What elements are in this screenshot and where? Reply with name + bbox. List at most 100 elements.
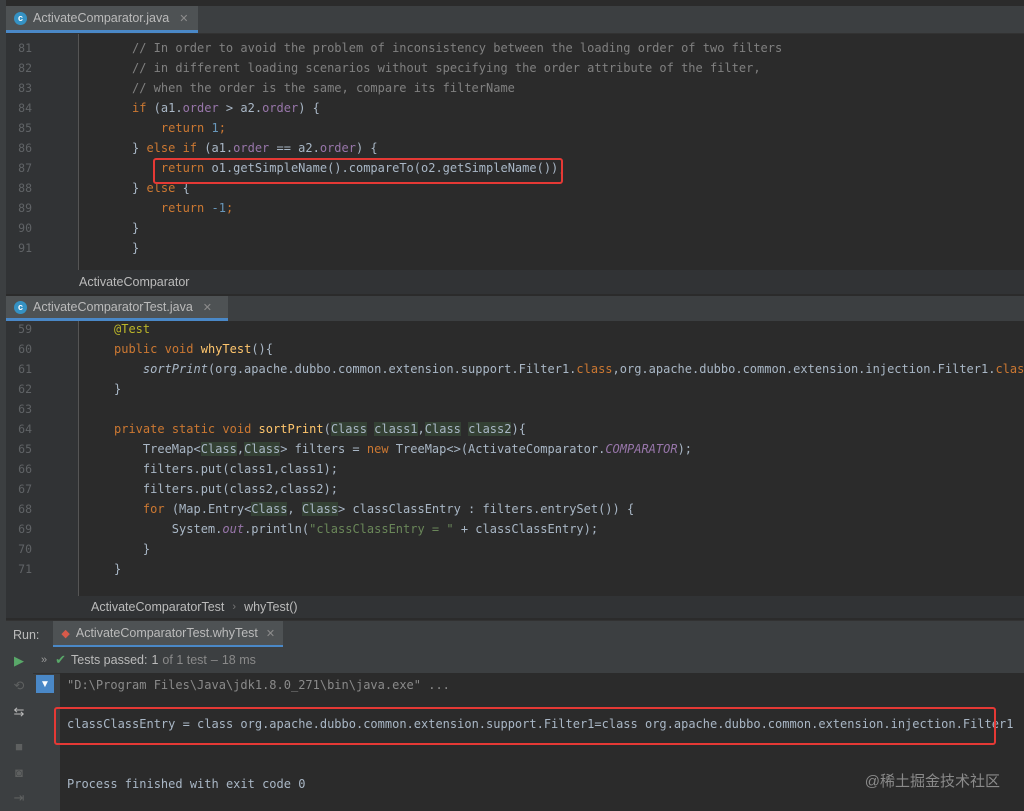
code-token: , [236, 442, 245, 456]
code-line[interactable]: 69 System.out.println("classClassEntry =… [6, 519, 1024, 539]
code-line[interactable]: 61 sortPrint(org.apache.dubbo.common.ext… [6, 359, 1024, 379]
code-line[interactable]: 59 @Test [6, 321, 1024, 339]
camera-icon[interactable]: ◙ [10, 763, 28, 781]
code-token: Class [200, 442, 237, 456]
code-token: } [114, 382, 122, 396]
close-icon[interactable]: ✕ [266, 627, 275, 640]
code-token: == a2. [269, 141, 320, 155]
code-line[interactable]: 62} [6, 379, 1024, 399]
code-text: } [132, 218, 139, 238]
breadcrumb-item-class[interactable]: ActivateComparatorTest [91, 600, 224, 614]
rerun-icon[interactable]: ▶ [10, 652, 28, 670]
tab-activate-comparator-test[interactable]: c ActivateComparatorTest.java ✕ [6, 296, 228, 321]
code-token: // In order to avoid the problem of inco… [132, 41, 783, 55]
line-number: 67 [18, 482, 32, 496]
code-token: @Test [114, 322, 151, 336]
toggle-auto-test-icon[interactable]: ⇆ [10, 703, 28, 721]
tab-activate-comparator[interactable]: c ActivateComparator.java ✕ [6, 6, 198, 33]
rerun-failed-icon[interactable]: ⟲ [10, 677, 28, 695]
code-line[interactable]: 91} [6, 238, 1024, 258]
code-token: Class [251, 502, 288, 516]
code-text: } [114, 539, 150, 559]
breadcrumb-item-method[interactable]: whyTest() [244, 600, 297, 614]
code-token: Class [244, 442, 281, 456]
code-token: if [132, 101, 147, 115]
code-line[interactable]: 85 return 1; [6, 118, 1024, 138]
expand-icon[interactable]: » [41, 654, 47, 666]
line-number: 86 [18, 141, 32, 155]
code-token: Class [330, 422, 367, 436]
code-token: ; [218, 121, 226, 135]
code-token: ; [225, 201, 234, 215]
code-text: @Test [114, 321, 150, 339]
line-number: 60 [18, 342, 32, 356]
code-line[interactable]: 83 // when the order is the same, compare… [6, 78, 1024, 98]
code-line[interactable]: 66 filters.put(class1,class1); [6, 459, 1024, 479]
line-number: 84 [18, 101, 32, 115]
code-line[interactable]: 82 // in different loading scenarios with… [6, 58, 1024, 78]
run-tab[interactable]: ◆ ActivateComparatorTest.whyTest ✕ [53, 621, 284, 648]
code-line[interactable]: 63 [6, 399, 1024, 419]
code-line[interactable]: 86} else if (a1.order == a2.order) { [6, 138, 1024, 158]
line-number: 65 [18, 442, 32, 456]
code-token: } [114, 562, 122, 576]
top-code-editor[interactable]: 81 // In order to avoid the problem of in… [6, 34, 1024, 270]
code-text: } [132, 238, 139, 258]
code-line[interactable]: 64 private static void sortPrint(Class cl… [6, 419, 1024, 439]
stop-icon[interactable]: ■ [10, 737, 28, 755]
line-number: 87 [18, 161, 32, 175]
console-exit-line: Process finished with exit code 0 [67, 777, 306, 791]
code-token: void [164, 342, 194, 356]
code-token: "classClassEntry = " [309, 522, 454, 536]
line-number: 89 [18, 201, 32, 215]
code-token: public [114, 342, 158, 356]
close-icon[interactable]: ✕ [179, 12, 188, 25]
code-token: order [182, 101, 219, 115]
code-text: System.out.println("classClassEntry = " … [114, 519, 598, 539]
code-line[interactable]: 70 } [6, 539, 1024, 559]
code-line[interactable]: 87 return o1.getSimpleName().compareTo(o… [6, 158, 1024, 178]
code-text: public void whyTest(){ [114, 339, 273, 359]
code-line[interactable]: 89 return -1; [6, 198, 1024, 218]
code-line[interactable]: 67 filters.put(class2,class2); [6, 479, 1024, 499]
code-line[interactable]: 84 if (a1.order > a2.order) { [6, 98, 1024, 118]
code-line[interactable]: 65 TreeMap<Class,Class> filters = new Tr… [6, 439, 1024, 459]
code-token: } [132, 141, 147, 155]
line-number: 88 [18, 181, 32, 195]
tests-total: of 1 test [162, 653, 207, 667]
close-icon[interactable]: ✕ [203, 301, 212, 314]
code-line[interactable]: 81 // In order to avoid the problem of in… [6, 38, 1024, 58]
code-token: class [576, 362, 613, 376]
code-line[interactable]: 68 for (Map.Entry<Class, Class> classCla… [6, 499, 1024, 519]
code-token: class2 [468, 422, 512, 436]
code-text: private static void sortPrint(Class clas… [114, 419, 526, 439]
code-line[interactable]: 90} [6, 218, 1024, 238]
run-config-icon: ◆ [61, 627, 70, 640]
breadcrumb-item-class[interactable]: ActivateComparator [79, 275, 189, 289]
code-token: (a1. [146, 101, 183, 115]
run-toolbar: ▶ ⟲ ⇆ ■ ◙ ⇥ [6, 647, 33, 811]
code-line[interactable]: 88} else { [6, 178, 1024, 198]
code-token: .println( [244, 522, 310, 536]
code-token: return [160, 161, 205, 175]
top-editor-tabbar: c ActivateComparator.java ✕ [6, 6, 1024, 34]
exit-icon[interactable]: ⇥ [10, 789, 28, 807]
code-token: + classClassEntry); [453, 522, 599, 536]
code-token: (){ [251, 342, 273, 356]
code-token: else if [146, 141, 198, 155]
code-line[interactable]: 60 public void whyTest(){ [6, 339, 1024, 359]
code-text: // in different loading scenarios withou… [132, 58, 761, 78]
scroll-down-icon[interactable]: ▼ [36, 675, 54, 693]
code-token: else [146, 181, 176, 195]
class-icon: c [14, 11, 27, 25]
code-token: } [114, 542, 151, 556]
top-breadcrumb: ActivateComparator [6, 270, 1024, 294]
code-line[interactable]: 71} [6, 559, 1024, 579]
bottom-code-editor[interactable]: 59 @Test 60 public void whyTest(){61 sortPr… [6, 321, 1024, 596]
code-token: void [222, 422, 252, 436]
run-label: Run: [13, 627, 40, 642]
code-token: return [160, 201, 205, 215]
code-text: TreeMap<Class,Class> filters = new TreeM… [114, 439, 692, 459]
